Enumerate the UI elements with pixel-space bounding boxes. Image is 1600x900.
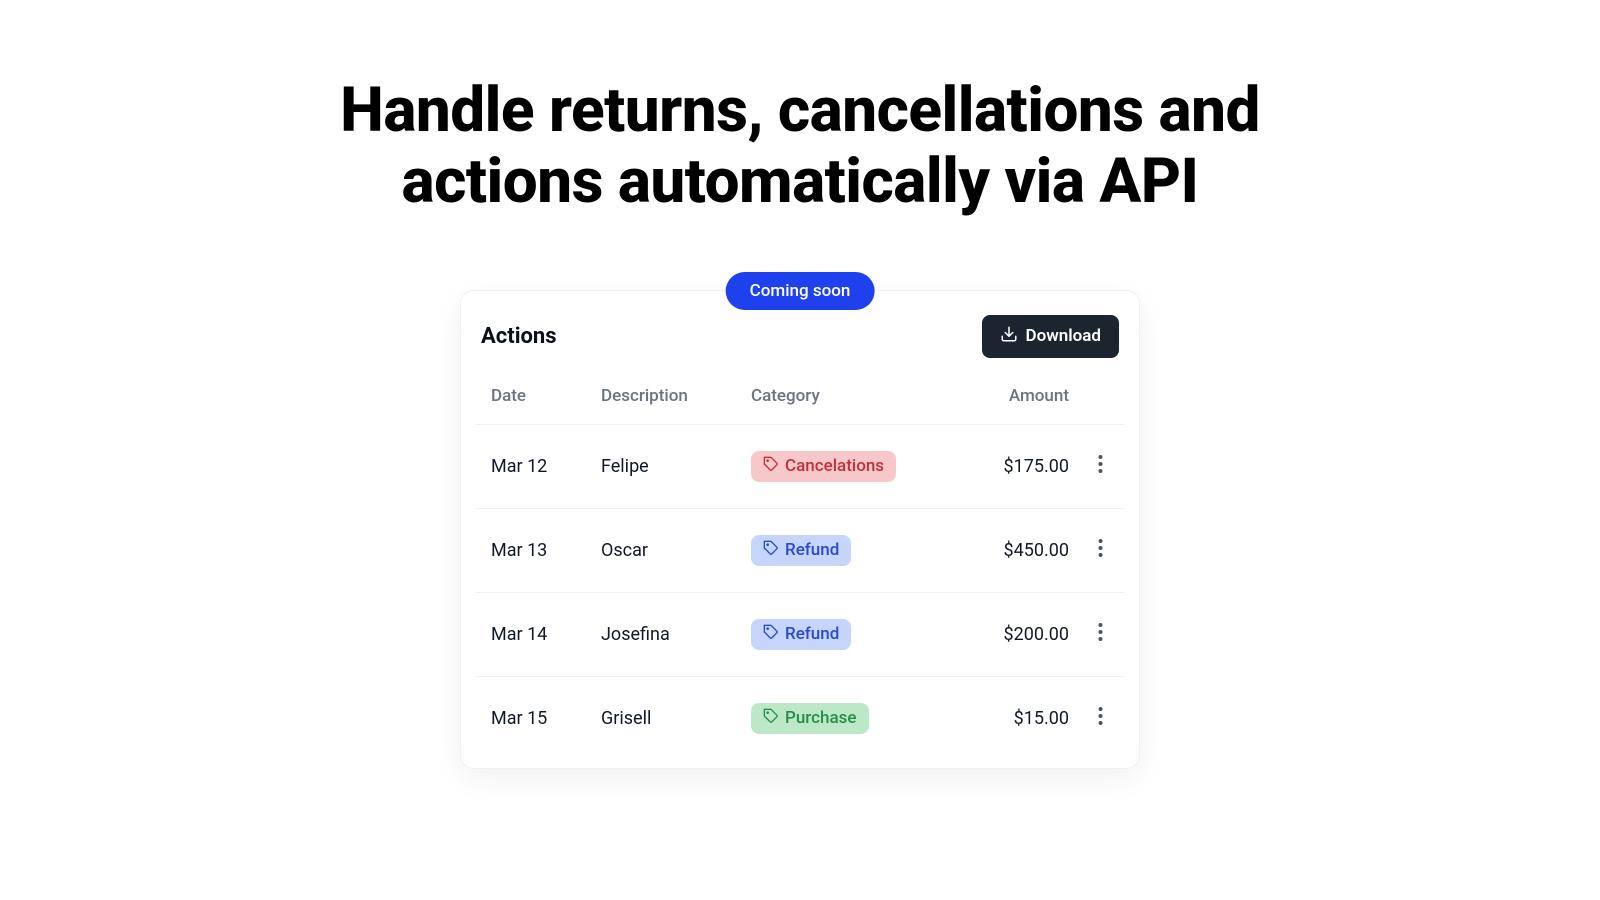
- download-button-label: Download: [1026, 326, 1101, 346]
- download-button[interactable]: Download: [982, 315, 1119, 358]
- table-row: Mar 13Oscar Refund $450.00: [475, 508, 1125, 592]
- cell-amount: $450.00: [935, 508, 1085, 592]
- more-vertical-icon: [1098, 457, 1103, 478]
- cell-category: Purchase: [735, 676, 935, 760]
- more-vertical-icon: [1098, 541, 1103, 562]
- col-description: Description: [585, 372, 735, 425]
- cell-date: Mar 14: [475, 592, 585, 676]
- category-tag: Refund: [751, 535, 851, 566]
- actions-card: Actions Download Date: [460, 290, 1140, 769]
- cell-amount: $200.00: [935, 592, 1085, 676]
- tag-icon: [763, 540, 779, 561]
- cell-amount: $15.00: [935, 676, 1085, 760]
- row-actions-menu[interactable]: [1098, 709, 1103, 730]
- cell-category: Cancelations: [735, 424, 935, 508]
- cell-description: Grisell: [585, 676, 735, 760]
- category-label: Purchase: [785, 708, 857, 728]
- actions-table: Date Description Category Amount Mar 12F…: [475, 372, 1125, 760]
- category-tag: Purchase: [751, 703, 869, 734]
- cell-date: Mar 15: [475, 676, 585, 760]
- row-actions-menu[interactable]: [1098, 541, 1103, 562]
- table-row: Mar 14Josefina Refund $200.00: [475, 592, 1125, 676]
- tag-icon: [763, 624, 779, 645]
- cell-category: Refund: [735, 508, 935, 592]
- category-label: Cancelations: [785, 456, 884, 476]
- cell-description: Josefina: [585, 592, 735, 676]
- page-headline: Handle returns, cancellations and action…: [250, 75, 1350, 218]
- category-label: Refund: [785, 624, 839, 644]
- coming-soon-badge: Coming soon: [726, 272, 875, 310]
- cell-date: Mar 13: [475, 508, 585, 592]
- cell-description: Felipe: [585, 424, 735, 508]
- row-actions-menu[interactable]: [1098, 625, 1103, 646]
- more-vertical-icon: [1098, 625, 1103, 646]
- row-actions-menu[interactable]: [1098, 457, 1103, 478]
- download-icon: [1000, 325, 1018, 348]
- category-tag: Cancelations: [751, 451, 896, 482]
- category-label: Refund: [785, 540, 839, 560]
- table-row: Mar 15Grisell Purchase $15.00: [475, 676, 1125, 760]
- col-category: Category: [735, 372, 935, 425]
- col-date: Date: [475, 372, 585, 425]
- tag-icon: [763, 708, 779, 729]
- cell-description: Oscar: [585, 508, 735, 592]
- cell-date: Mar 12: [475, 424, 585, 508]
- tag-icon: [763, 456, 779, 477]
- card-title: Actions: [481, 324, 557, 349]
- category-tag: Refund: [751, 619, 851, 650]
- table-row: Mar 12Felipe Cancelations $175.00: [475, 424, 1125, 508]
- col-amount: Amount: [935, 372, 1085, 425]
- cell-category: Refund: [735, 592, 935, 676]
- cell-amount: $175.00: [935, 424, 1085, 508]
- more-vertical-icon: [1098, 709, 1103, 730]
